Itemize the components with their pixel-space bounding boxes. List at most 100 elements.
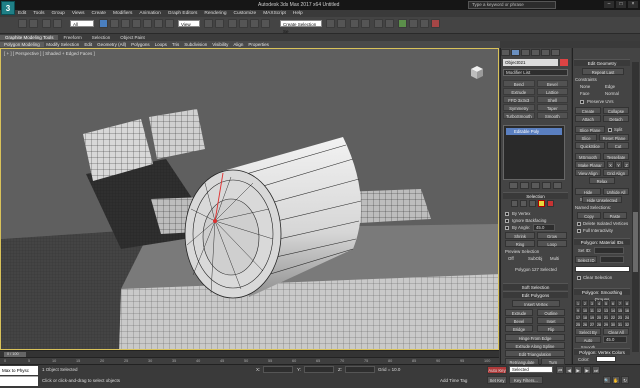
hide-selected-button[interactable]: Hide Selected: [575, 188, 601, 202]
tab-graphite-modeling-tools[interactable]: Graphite Modeling Tools: [0, 35, 59, 40]
by-angle-spinner[interactable]: 45.0: [533, 224, 555, 231]
mirror-icon[interactable]: [326, 19, 335, 28]
pivot-icon[interactable]: [204, 19, 213, 28]
next-frame-icon[interactable]: ▶: [583, 366, 591, 374]
menu-edit[interactable]: Edit: [18, 11, 26, 16]
smoothing-group-button[interactable]: 28: [596, 321, 602, 327]
object-color-swatch[interactable]: [560, 59, 568, 66]
copy-button[interactable]: Copy: [577, 212, 601, 219]
clear-selection-checkbox[interactable]: [577, 276, 581, 280]
move-icon[interactable]: [143, 19, 152, 28]
quickslice-button[interactable]: QuickSlice: [575, 142, 605, 149]
subtab-loops[interactable]: Loops: [152, 42, 169, 47]
menu-rendering[interactable]: Rendering: [204, 11, 226, 16]
subtab-geometry-all[interactable]: Geometry (All): [95, 42, 129, 47]
bridge-button[interactable]: Bridge: [505, 325, 533, 332]
planar-y-button[interactable]: Y: [615, 161, 622, 168]
snap-toggle-icon[interactable]: [228, 19, 237, 28]
window-crossing-icon[interactable]: [132, 19, 141, 28]
play-icon[interactable]: ▶: [574, 366, 582, 374]
smoothing-group-button[interactable]: 32: [624, 321, 630, 327]
subtab-polygons[interactable]: Polygons: [129, 42, 153, 47]
split-checkbox[interactable]: [608, 128, 612, 132]
smoothing-group-button[interactable]: 30: [610, 321, 616, 327]
scrollbar-thumb[interactable]: [633, 212, 638, 272]
vertex-colors-rollout[interactable]: Polygon: Vertex Colors: [574, 348, 630, 355]
ribbon-toggle-icon[interactable]: [361, 19, 370, 28]
menu-group[interactable]: Group: [51, 11, 64, 16]
modifier-stack[interactable]: Editable Poly: [503, 125, 565, 180]
key-filters-button[interactable]: Key Filters...: [509, 376, 543, 384]
tessellate-button[interactable]: Tessellate: [603, 153, 629, 160]
smoothing-group-button[interactable]: 25: [575, 321, 581, 327]
smoothing-group-button[interactable]: 13: [603, 307, 609, 313]
smoothing-group-button[interactable]: 19: [589, 314, 595, 320]
z-coordinate-field[interactable]: [345, 366, 375, 373]
tab-freeform[interactable]: Freeform: [58, 35, 86, 40]
auto-key-button[interactable]: Auto Key: [487, 366, 507, 374]
taper-button[interactable]: Taper: [536, 104, 568, 111]
shell-button[interactable]: Shell: [536, 96, 568, 103]
planar-x-button[interactable]: X: [607, 161, 614, 168]
scale-icon[interactable]: [165, 19, 174, 28]
cut-button[interactable]: Cut: [607, 142, 629, 149]
preview-multi-radio[interactable]: Multi: [550, 256, 559, 261]
render-setup-icon[interactable]: [409, 19, 418, 28]
slice-button[interactable]: Slice: [575, 134, 597, 141]
select-object-icon[interactable]: [99, 19, 108, 28]
link-icon[interactable]: [42, 19, 51, 28]
menu-maxscript[interactable]: MAXScript: [263, 11, 286, 16]
border-level-icon[interactable]: [529, 200, 536, 207]
constraint-face-radio[interactable]: Face: [580, 91, 590, 96]
orbit-icon[interactable]: ↻: [621, 376, 629, 384]
subtab-align[interactable]: Align: [231, 42, 246, 47]
subtab-tris[interactable]: Tris: [169, 42, 181, 47]
smoothing-group-button[interactable]: 5: [603, 300, 609, 306]
create-tab-icon[interactable]: [501, 49, 510, 56]
subtab-visibility[interactable]: Visibility: [210, 42, 231, 47]
repeat-last-button[interactable]: Repeat Last: [582, 68, 624, 75]
menu-help[interactable]: Help: [293, 11, 303, 16]
maxscript-output[interactable]: [0, 376, 38, 386]
grow-button[interactable]: Grow: [537, 232, 567, 239]
smoothing-group-button[interactable]: 15: [617, 307, 623, 313]
modifier-list-dropdown[interactable]: Modifier List: [503, 69, 568, 76]
ffd-button[interactable]: FFD 3x3x3: [503, 96, 535, 103]
close-icon[interactable]: ×: [628, 1, 638, 8]
edit-geometry-rollout[interactable]: Edit Geometry: [574, 59, 630, 66]
soft-selection-rollout[interactable]: Soft Selection: [503, 283, 568, 290]
search-input[interactable]: Type a keyword or phrase: [468, 1, 556, 9]
x-coordinate-field[interactable]: [263, 366, 293, 373]
angle-snap-icon[interactable]: [239, 19, 248, 28]
selection-filter-dropdown[interactable]: All: [70, 20, 94, 27]
select-by-sg-button[interactable]: Select By SG: [575, 328, 601, 342]
tab-object-paint[interactable]: Object Paint: [115, 35, 150, 40]
constraint-normal-radio[interactable]: Normal: [605, 91, 619, 96]
loop-button[interactable]: Loop: [537, 240, 567, 247]
layer-explorer-icon[interactable]: [350, 19, 359, 28]
rotate-icon[interactable]: [154, 19, 163, 28]
detach-button[interactable]: Detach: [603, 115, 629, 122]
make-unique-icon[interactable]: [531, 182, 540, 189]
ring-button[interactable]: Ring: [505, 240, 535, 247]
lattice-button[interactable]: Lattice: [536, 88, 568, 95]
undo-icon[interactable]: [18, 19, 27, 28]
smoothing-groups-rollout[interactable]: Polygon: Smoothing Groups: [574, 288, 630, 302]
smoothing-group-button[interactable]: 10: [582, 307, 588, 313]
symmetry-button[interactable]: Symmetry: [503, 104, 535, 111]
bend-button[interactable]: Bend: [503, 80, 535, 87]
command-panel-scrollbar[interactable]: [632, 62, 639, 352]
reference-coordinate-dropdown[interactable]: View: [178, 20, 200, 27]
configure-modifier-sets-icon[interactable]: [553, 182, 562, 189]
schematic-view-icon[interactable]: [385, 19, 394, 28]
set-id-spinner[interactable]: [594, 247, 624, 254]
by-vertex-checkbox[interactable]: [505, 212, 509, 216]
smoothing-group-button[interactable]: 6: [610, 300, 616, 306]
smoothing-group-button[interactable]: 4: [596, 300, 602, 306]
ignore-backfacing-checkbox[interactable]: [505, 219, 509, 223]
smoothing-group-button[interactable]: 29: [603, 321, 609, 327]
minimize-icon[interactable]: –: [604, 1, 614, 8]
spinner-snap-icon[interactable]: [261, 19, 270, 28]
bevel-polygon-button[interactable]: Bevel: [505, 317, 533, 324]
subtab-modify-selection[interactable]: Modify Selection: [44, 42, 82, 47]
